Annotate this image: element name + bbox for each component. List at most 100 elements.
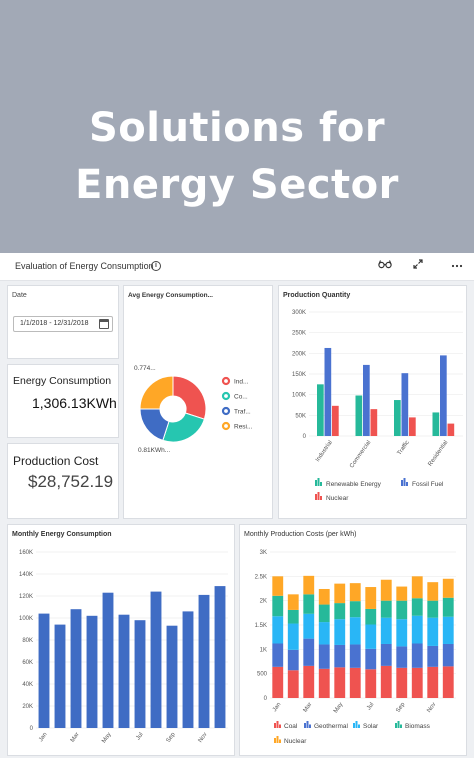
- stacked-bar-segment: [427, 582, 439, 601]
- legend-icon-bar: [317, 478, 320, 486]
- bar: [118, 614, 130, 728]
- stacked-bar-segment: [318, 644, 330, 669]
- x-tick-label: Mar: [303, 702, 314, 714]
- donut-legend-label: Ind...: [234, 379, 249, 386]
- donut-slice: [139, 375, 174, 410]
- stacked-bar-segment: [411, 598, 423, 616]
- stacked-bar-segment: [380, 643, 392, 666]
- y-tick-label: 100K: [292, 393, 306, 399]
- stacked-bar-segment: [303, 613, 315, 639]
- x-tick-label: Sep: [166, 731, 177, 744]
- stacked-bar-segment: [272, 576, 284, 596]
- date-label: Date: [12, 292, 27, 299]
- y-tick-label: 50K: [295, 413, 306, 419]
- y-tick-label: 250K: [292, 331, 306, 337]
- x-tick-label: Jul: [135, 732, 144, 742]
- expand-icon[interactable]: [410, 259, 426, 273]
- legend-icon-bar: [403, 478, 406, 486]
- bar: [409, 417, 416, 436]
- legend-icon-bar: [406, 482, 408, 486]
- legend-icon-bar: [358, 724, 360, 728]
- date-range-input[interactable]: 1/1/2018 - 12/31/2018: [13, 316, 113, 332]
- x-tick-label: Jan: [272, 702, 282, 713]
- y-tick-label: 500: [257, 672, 268, 678]
- bar: [182, 611, 194, 728]
- stacked-bar-segment: [380, 617, 392, 644]
- bar: [70, 609, 82, 728]
- info-icon[interactable]: i: [151, 261, 161, 271]
- stacked-bar-segment: [365, 624, 377, 649]
- monthly-energy-consumption-chart: 0 20K 40K 60K 80K 100K 120K 140K 160K Jan Mar May Ju…: [19, 550, 228, 744]
- bar: [447, 423, 455, 436]
- stacked-bar-segment: [396, 600, 408, 620]
- bar: [355, 395, 363, 436]
- calendar-icon[interactable]: [99, 319, 109, 329]
- stacked-bar-segment: [303, 638, 315, 666]
- donut-legend-label: Co...: [234, 394, 248, 401]
- donut-legend-icon: [221, 421, 231, 431]
- legend-icon-bar: [320, 496, 322, 500]
- production-cost-label: Production Cost: [13, 454, 99, 468]
- bar: [150, 591, 162, 728]
- energy-consumption-label: Energy Consumption: [13, 375, 112, 387]
- stacked-bar-segment: [287, 649, 299, 671]
- bar: [440, 355, 447, 436]
- stacked-bar-segment: [442, 666, 454, 698]
- x-tick-label: Mar: [70, 732, 81, 744]
- stacked-bar-segment: [380, 600, 392, 618]
- bar: [38, 613, 50, 728]
- stacked-bar-segment: [318, 668, 330, 698]
- hero-title: Solutions for Energy Sector: [0, 100, 474, 214]
- stacked-bar-segment: [303, 594, 315, 614]
- legend-label: Solar: [363, 723, 379, 730]
- stacked-bar-segment: [349, 667, 361, 698]
- legend-icon-bar: [400, 724, 402, 728]
- stacked-bar-segment: [442, 578, 454, 598]
- donut-callout-bottom: 0.81KWh...: [138, 447, 170, 454]
- stacked-bar-segment: [442, 643, 454, 667]
- hero-title-line2: Energy Sector: [75, 162, 399, 208]
- production-quantity-chart: 0 50K 100K 150K 200K 250K 300K Industrial Commer…: [292, 310, 463, 502]
- monthly-production-costs-card: Monthly Production Costs (per kWh) 0 500 1…: [239, 524, 467, 756]
- y-tick-label: 300K: [292, 310, 306, 316]
- bar: [198, 594, 210, 728]
- more-icon[interactable]: [449, 259, 465, 273]
- legend-icon-bar: [395, 723, 397, 728]
- x-tick-label: Traffic: [397, 440, 411, 457]
- donut-legend-icon: [221, 391, 231, 401]
- avg-energy-consumption-card: Avg Energy Consumption... 0.774... 0.81KW…: [123, 285, 273, 519]
- y-tick-label: 40K: [22, 682, 33, 688]
- stacked-bar-segment: [334, 603, 346, 620]
- stacked-bar-segment: [318, 622, 330, 645]
- legend-icon-bar: [401, 480, 403, 486]
- y-tick-label: 160K: [19, 550, 33, 556]
- legend-icon-bar: [355, 721, 358, 728]
- y-tick-label: 20K: [22, 704, 33, 710]
- legend-label: Nuclear: [326, 495, 349, 502]
- bar: [324, 347, 332, 436]
- legend-icon-bar: [274, 723, 276, 728]
- stacked-bar-segment: [396, 646, 408, 668]
- legend-icon-bar: [279, 739, 281, 743]
- donut-legend-icon: [221, 406, 231, 416]
- stacked-bar-segment: [411, 576, 423, 599]
- stacked-bar-segment: [349, 601, 361, 618]
- stacked-bar-segment: [427, 617, 439, 646]
- production-quantity-card: Production Quantity 0 50K 100K 150K 200K 250K…: [278, 285, 467, 519]
- bar: [370, 409, 378, 436]
- bar: [363, 364, 370, 436]
- y-tick-label: 3K: [260, 550, 267, 556]
- y-tick-label: 2.5K: [255, 574, 267, 580]
- energy-consumption-card: Energy Consumption 1,306.13KWh: [7, 364, 119, 438]
- stacked-bar-segment: [287, 670, 299, 698]
- production-cost-value: $28,752.19: [28, 472, 114, 491]
- y-tick-label: 120K: [19, 594, 33, 600]
- legend-label: Biomass: [405, 723, 431, 730]
- y-tick-label: 0: [303, 434, 307, 440]
- legend-label: Nuclear: [284, 738, 307, 745]
- glasses-icon[interactable]: [377, 259, 393, 273]
- y-tick-label: 200K: [292, 351, 306, 357]
- bar: [317, 384, 324, 436]
- stacked-bar-segment: [411, 615, 423, 644]
- x-tick-label: Commercial: [349, 440, 372, 470]
